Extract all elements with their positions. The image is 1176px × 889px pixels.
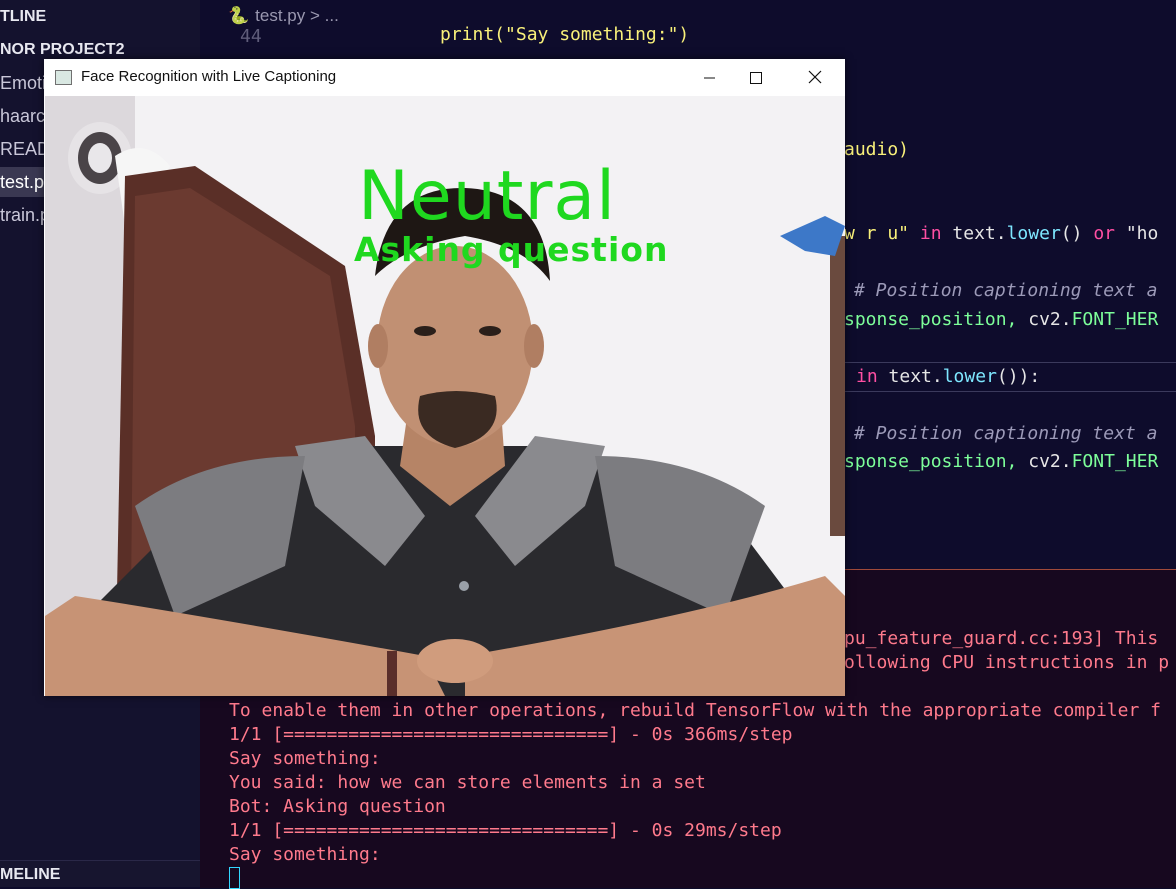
code-line-condition-1: w r u" in text.lower() or "ho [844,223,1158,244]
code-variable: sponse_position, [844,309,1018,330]
code-comment-1: # Position captioning text a [854,280,1158,301]
code-function: lower [942,366,997,387]
terminal-line: Bot: Asking question [229,796,446,817]
file-item-train-py[interactable]: train.p [0,200,50,230]
file-item-emotion[interactable]: Emoti [0,68,46,98]
file-item-readme[interactable]: READ [0,134,50,164]
code-line-puttext-2: sponse_position, cv2.FONT_HER [844,451,1158,472]
code-text: text. [952,223,1007,244]
close-icon [808,70,822,84]
webcam-video-frame: Neutral Asking question [45,96,845,696]
app-icon [55,70,72,85]
outline-section-header[interactable]: TLINE [0,8,46,26]
code-constant: FONT_HER [1071,309,1159,330]
line-number: 44 [240,26,262,47]
code-line-condition-2: in text.lower()): [856,366,1040,387]
maximize-button[interactable] [732,59,778,96]
code-keyword: in [919,223,942,244]
terminal-line: 1/1 [==============================] - 0… [229,820,782,841]
code-text: ()): [996,366,1041,387]
code-line-puttext-1: sponse_position, cv2.FONT_HER [844,309,1158,330]
code-comment-2: # Position captioning text a [854,423,1158,444]
code-keyword: or [1093,223,1115,244]
minimize-icon [704,77,715,79]
code-line-print: print("Say something:") [440,24,690,45]
breadcrumb-separator: > [310,6,320,25]
code-text: "ho [1125,223,1159,244]
emotion-label-overlay: Neutral [358,157,616,236]
timeline-section-header[interactable]: MELINE [0,866,60,884]
minimize-button[interactable] [686,59,732,96]
code-text: () [1060,223,1083,244]
terminal-line: You said: how we can store elements in a… [229,772,706,793]
breadcrumb-more[interactable]: ... [325,6,339,25]
terminal-line: 1/1 [==============================] - 0… [229,724,793,745]
terminal-line: pu_feature_guard.cc:193] This [844,628,1159,649]
code-text: cv2. [1028,309,1072,330]
code-function: lower [1006,223,1061,244]
terminal-line: To enable them in other operations, rebu… [229,700,1161,721]
window-title: Face Recognition with Live Captioning [81,68,337,85]
close-button[interactable] [792,59,838,96]
code-text: cv2. [1028,451,1072,472]
window-titlebar[interactable]: Face Recognition with Live Captioning [44,59,845,96]
face-recognition-window[interactable]: Face Recognition with Live Captioning Ne… [44,59,845,696]
caption-label-overlay: Asking question [354,230,669,269]
breadcrumb-file[interactable]: test.py [255,6,305,25]
code-text: text. [888,366,943,387]
code-string: w r u" [844,223,910,244]
breadcrumb: 🐍 test.py > ... [228,6,339,26]
terminal-line: Say something: [229,844,381,865]
terminal-cursor[interactable] [229,867,240,889]
code-keyword: in [856,366,878,387]
timeline-section[interactable]: MELINE [0,860,200,887]
code-constant: FONT_HER [1071,451,1159,472]
maximize-icon [750,72,762,84]
code-variable: sponse_position, [844,451,1018,472]
project-section-header[interactable]: NOR PROJECT2 [0,41,124,59]
terminal-line: Say something: [229,748,381,769]
python-file-icon: 🐍 [228,6,250,25]
code-line-audio: audio) [844,139,910,160]
terminal-line: ollowing CPU instructions in p [844,652,1170,673]
